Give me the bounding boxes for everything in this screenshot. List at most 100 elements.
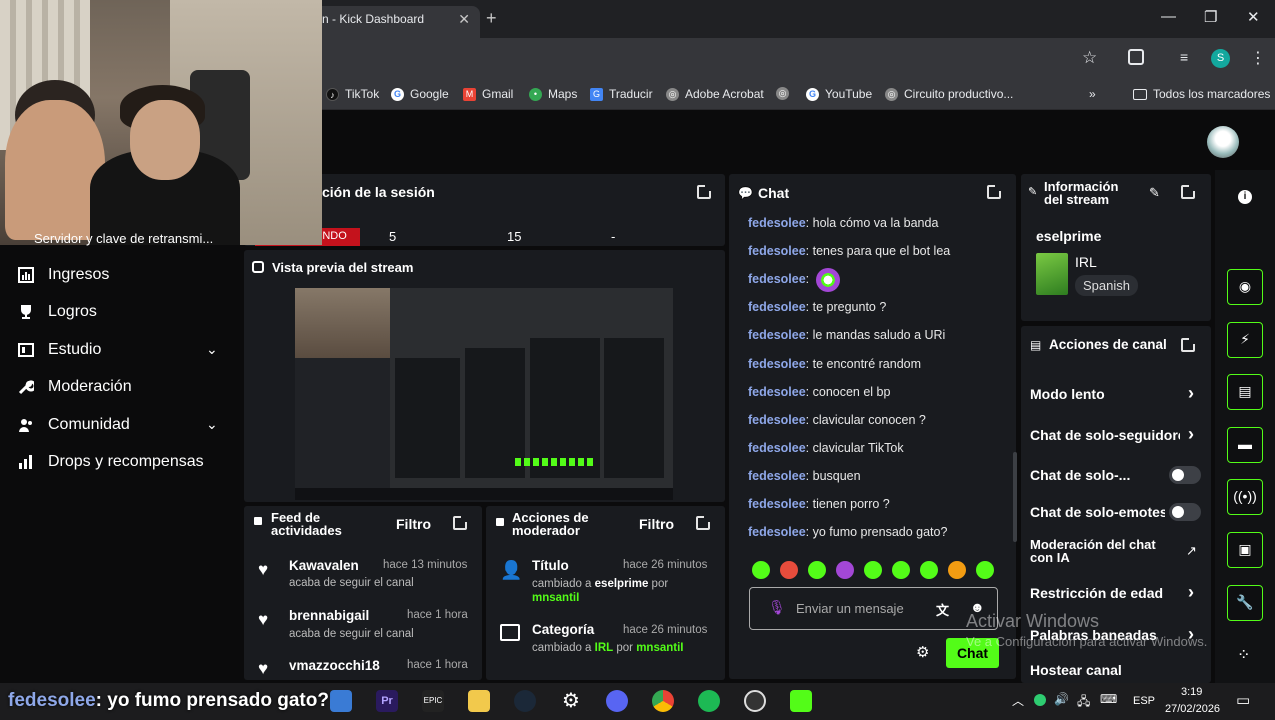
feed-user[interactable]: vmazzocchi18 [289, 658, 380, 673]
more-apps-icon[interactable]: ⁘ [1237, 645, 1250, 665]
chevron-right-icon[interactable]: › [1188, 582, 1194, 603]
clock-time[interactable]: 3:19 [1181, 686, 1202, 698]
chat-icon[interactable]: ▬ [1227, 427, 1263, 463]
spotify-icon[interactable] [698, 690, 720, 712]
subs-only-toggle[interactable] [1169, 466, 1201, 484]
notifications-icon[interactable]: ▭ [1236, 691, 1250, 709]
language-indicator[interactable]: ESP [1133, 695, 1155, 707]
chevron-down-icon[interactable]: ⌄ [206, 341, 218, 358]
activity-filter-button[interactable]: Filtro [396, 516, 431, 532]
lightning-icon[interactable]: ⚡ [1227, 322, 1263, 358]
network-icon[interactable]: 🖧 [1077, 692, 1090, 713]
chat-username[interactable]: fedesolee [748, 469, 806, 483]
chat-username[interactable]: fedesolee [748, 441, 806, 455]
popout-icon[interactable] [987, 185, 1001, 199]
feed-user[interactable]: brennabigail [289, 608, 369, 623]
stream-preview-video[interactable] [295, 288, 673, 500]
browser-tab[interactable]: n - Kick Dashboard ✕ [300, 6, 480, 38]
chat-scrollbar[interactable] [1013, 452, 1017, 542]
emote-button[interactable] [836, 561, 854, 579]
explorer-app-icon[interactable] [330, 690, 352, 712]
emotes-only-toggle[interactable] [1169, 503, 1201, 521]
all-bookmarks[interactable]: Todos los marcadores [1133, 87, 1270, 101]
sidebar-item-logros[interactable]: Logros [18, 303, 97, 321]
action-slow-mode[interactable]: Modo lento [1030, 386, 1180, 402]
feed-user[interactable]: Kawavalen [289, 558, 359, 573]
epic-games-icon[interactable]: EPIC [422, 690, 444, 712]
bookmark-youtube[interactable]: G YouTube [806, 87, 872, 101]
chevron-right-icon[interactable]: › [1188, 424, 1194, 445]
emote-button[interactable] [808, 561, 826, 579]
bookmark-google[interactable]: G Google [391, 87, 449, 101]
more-bookmarks-icon[interactable]: » [1089, 87, 1096, 101]
chat-username[interactable]: fedesolee [748, 272, 806, 286]
translate-icon[interactable]: 文 [936, 600, 949, 619]
bookmark-circuito[interactable]: ◎ Circuito productivo... [885, 87, 1013, 101]
chat-username[interactable]: fedesolee [748, 328, 806, 342]
new-tab-icon[interactable]: + [486, 8, 497, 29]
chat-username[interactable]: fedesolee [748, 216, 806, 230]
broadcast-icon[interactable]: ((•)) [1227, 479, 1263, 515]
microphone-icon[interactable]: 🎙 [768, 599, 786, 616]
settings-icon[interactable]: ⚙ [560, 690, 582, 712]
tray-status-icon[interactable] [1034, 694, 1046, 706]
discord-icon[interactable] [606, 690, 628, 712]
chat-username[interactable]: fedesolee [748, 413, 806, 427]
emote-button[interactable] [864, 561, 882, 579]
sidebar-item-comunidad[interactable]: Comunidad ⌄ [18, 416, 238, 434]
popout-icon[interactable] [696, 516, 710, 530]
layout-icon[interactable]: ▣ [1227, 532, 1263, 568]
restore-icon[interactable]: ❐ [1204, 8, 1217, 26]
mod-filter-button[interactable]: Filtro [639, 516, 674, 532]
info-circle-icon[interactable]: i [1238, 190, 1252, 204]
camera-icon[interactable]: ◉ [1227, 269, 1263, 305]
chrome-icon[interactable] [652, 690, 674, 712]
chat-username[interactable]: fedesolee [748, 525, 806, 539]
profile-avatar[interactable]: S [1211, 49, 1230, 68]
sidebar-item-ingresos[interactable]: Ingresos [18, 266, 109, 284]
chat-username[interactable]: fedesolee [748, 497, 806, 511]
action-host-channel[interactable]: Hostear canal [1030, 662, 1180, 678]
action-followers-only[interactable]: Chat de solo-seguidores [1030, 427, 1180, 443]
popout-icon[interactable] [697, 185, 711, 199]
action-age-restriction[interactable]: Restricción de edad [1030, 585, 1180, 601]
folder-icon[interactable] [468, 690, 490, 712]
sidebar-item-estudio[interactable]: Estudio ⌄ [18, 341, 238, 359]
sidebar-item-moderacion[interactable]: Moderación [18, 378, 132, 396]
clock-date[interactable]: 27/02/2026 [1165, 703, 1220, 715]
chat-username[interactable]: fedesolee [748, 300, 806, 314]
action-ai-moderation[interactable]: Moderación del chat con IA [1030, 538, 1170, 564]
browser-menu-icon[interactable]: ⋮ [1250, 48, 1266, 68]
window-close-icon[interactable]: ✕ [1247, 8, 1260, 26]
chevron-down-icon[interactable]: ⌄ [206, 416, 218, 433]
tray-chevron-icon[interactable]: ︿ [1012, 692, 1024, 709]
chat-username[interactable]: fedesolee [748, 357, 806, 371]
obs-icon[interactable] [744, 690, 766, 712]
popout-icon[interactable] [1181, 338, 1195, 352]
edit-icon[interactable]: ✎ [1149, 185, 1160, 201]
bookmark-adobe-acrobat[interactable]: ◎ Adobe Acrobat [666, 87, 764, 101]
chat-username[interactable]: fedesolee [748, 385, 806, 399]
android-app-icon[interactable] [790, 690, 812, 712]
popout-icon[interactable] [1181, 185, 1195, 199]
keyboard-icon[interactable]: ⌨ [1100, 692, 1117, 706]
bookmark-globe[interactable]: ◎ [776, 87, 789, 100]
bookmark-gmail[interactable]: M Gmail [463, 87, 513, 101]
bookmark-star-icon[interactable]: ☆ [1082, 48, 1097, 68]
sidebar-item-drops[interactable]: Drops y recompensas [18, 453, 204, 471]
chevron-right-icon[interactable]: › [1188, 383, 1194, 404]
chat-username[interactable]: fedesolee [748, 244, 806, 258]
premiere-icon[interactable]: Pr [376, 690, 398, 712]
close-tab-icon[interactable]: ✕ [458, 11, 470, 28]
user-avatar[interactable] [1207, 126, 1239, 158]
emote-button[interactable] [976, 561, 994, 579]
emote-button[interactable] [780, 561, 798, 579]
chat-input[interactable]: 🎙 Enviar un mensaje 文 ☻ [749, 587, 998, 630]
emote-button[interactable] [892, 561, 910, 579]
popout-icon[interactable] [453, 516, 467, 530]
document-icon[interactable]: ▤ [1227, 374, 1263, 410]
steam-icon[interactable] [514, 690, 536, 712]
chat-settings-icon[interactable]: ⚙ [916, 643, 929, 661]
extensions-icon[interactable] [1128, 49, 1144, 65]
minimize-icon[interactable]: — [1161, 8, 1176, 25]
